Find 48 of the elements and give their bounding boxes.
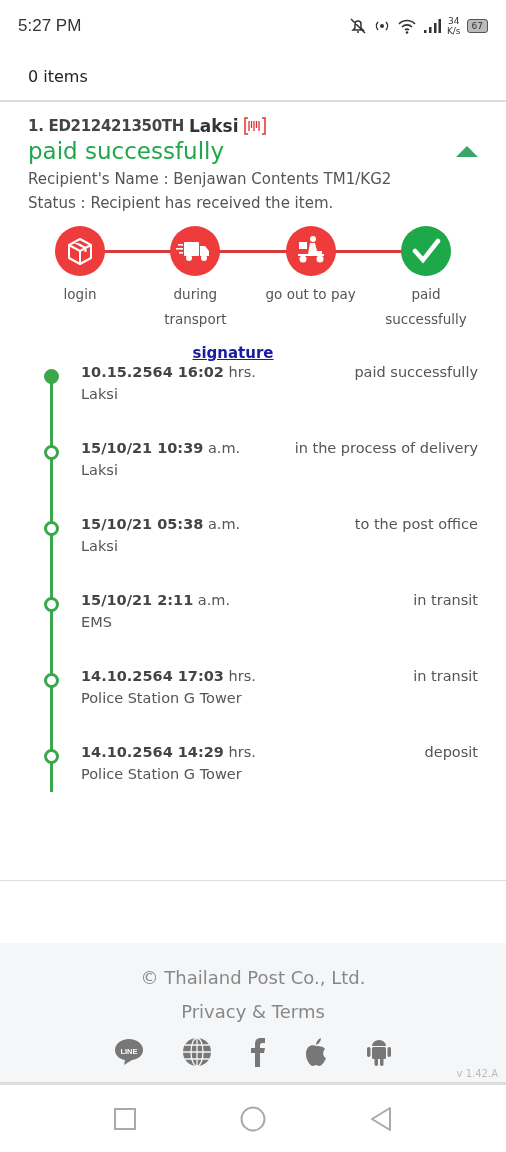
event-place: Police Station G Tower	[81, 690, 243, 706]
delivery-status: paid successfully	[28, 138, 225, 164]
event-description: in transit	[413, 668, 478, 684]
event-time: 14.10.2564 17:03 hrs.	[81, 668, 256, 684]
globe-icon[interactable]	[182, 1037, 212, 1067]
privacy-terms-link[interactable]: Privacy & Terms	[181, 995, 325, 1029]
status-time: 5:27 PM	[18, 16, 82, 36]
event-time: 15/10/21 2:11 a.m.	[81, 592, 231, 608]
event-place: Police Station G Tower	[81, 766, 243, 782]
battery-icon: 67	[466, 19, 488, 33]
recipient-name: Recipient's Name : Benjawan Contents TM1/KG2	[28, 170, 393, 188]
tracking-number: 1. ED212421350TH	[28, 117, 184, 135]
event-description: deposit	[424, 744, 478, 760]
android-icon[interactable]	[366, 1037, 392, 1067]
speed-unit: K/s	[446, 26, 461, 36]
wifi-icon	[396, 18, 417, 34]
signature-link[interactable]: signature	[192, 344, 274, 362]
event-time: 15/10/21 10:39 a.m.	[81, 440, 241, 456]
event-place: Laksi	[81, 386, 119, 402]
barcode-icon[interactable]	[243, 116, 266, 136]
event-description: in transit	[413, 592, 478, 608]
signal-icon	[422, 19, 441, 33]
event-place: Laksi	[81, 462, 119, 478]
event-time: 10.15.2564 16:02 hrs.	[81, 364, 256, 380]
step-label: login	[62, 285, 98, 304]
parcel-location: Laksi	[189, 116, 239, 136]
event-description: to the post office	[354, 516, 478, 532]
event-place: Laksi	[81, 538, 119, 554]
event-time: 15/10/21 05:38 a.m.	[81, 516, 241, 532]
step-label: go out to pay	[264, 285, 357, 304]
delivery-status-text: Status : Recipient has received the item.	[28, 194, 335, 212]
facebook-icon[interactable]	[250, 1037, 266, 1067]
back-button[interactable]	[370, 1106, 392, 1131]
collapse-icon[interactable]	[456, 145, 478, 157]
event-description: in the process of delivery	[294, 440, 478, 456]
muted-bell-icon	[348, 17, 367, 35]
copyright-text: © Thailand Post Co., Ltd.	[140, 966, 366, 990]
version-label: v 1.42.A	[456, 1068, 498, 1079]
event-description: paid successfully	[354, 364, 478, 380]
apple-icon[interactable]	[304, 1037, 328, 1067]
event-time: 14.10.2564 14:29 hrs.	[81, 744, 256, 760]
network-speed: 34	[448, 16, 460, 26]
item-count: 0 items	[28, 66, 88, 86]
home-button[interactable]	[240, 1105, 266, 1132]
step-label: paid successfully	[384, 285, 468, 329]
recents-button[interactable]	[114, 1107, 136, 1130]
step-label: during transport	[163, 285, 228, 329]
event-place: EMS	[81, 614, 113, 630]
